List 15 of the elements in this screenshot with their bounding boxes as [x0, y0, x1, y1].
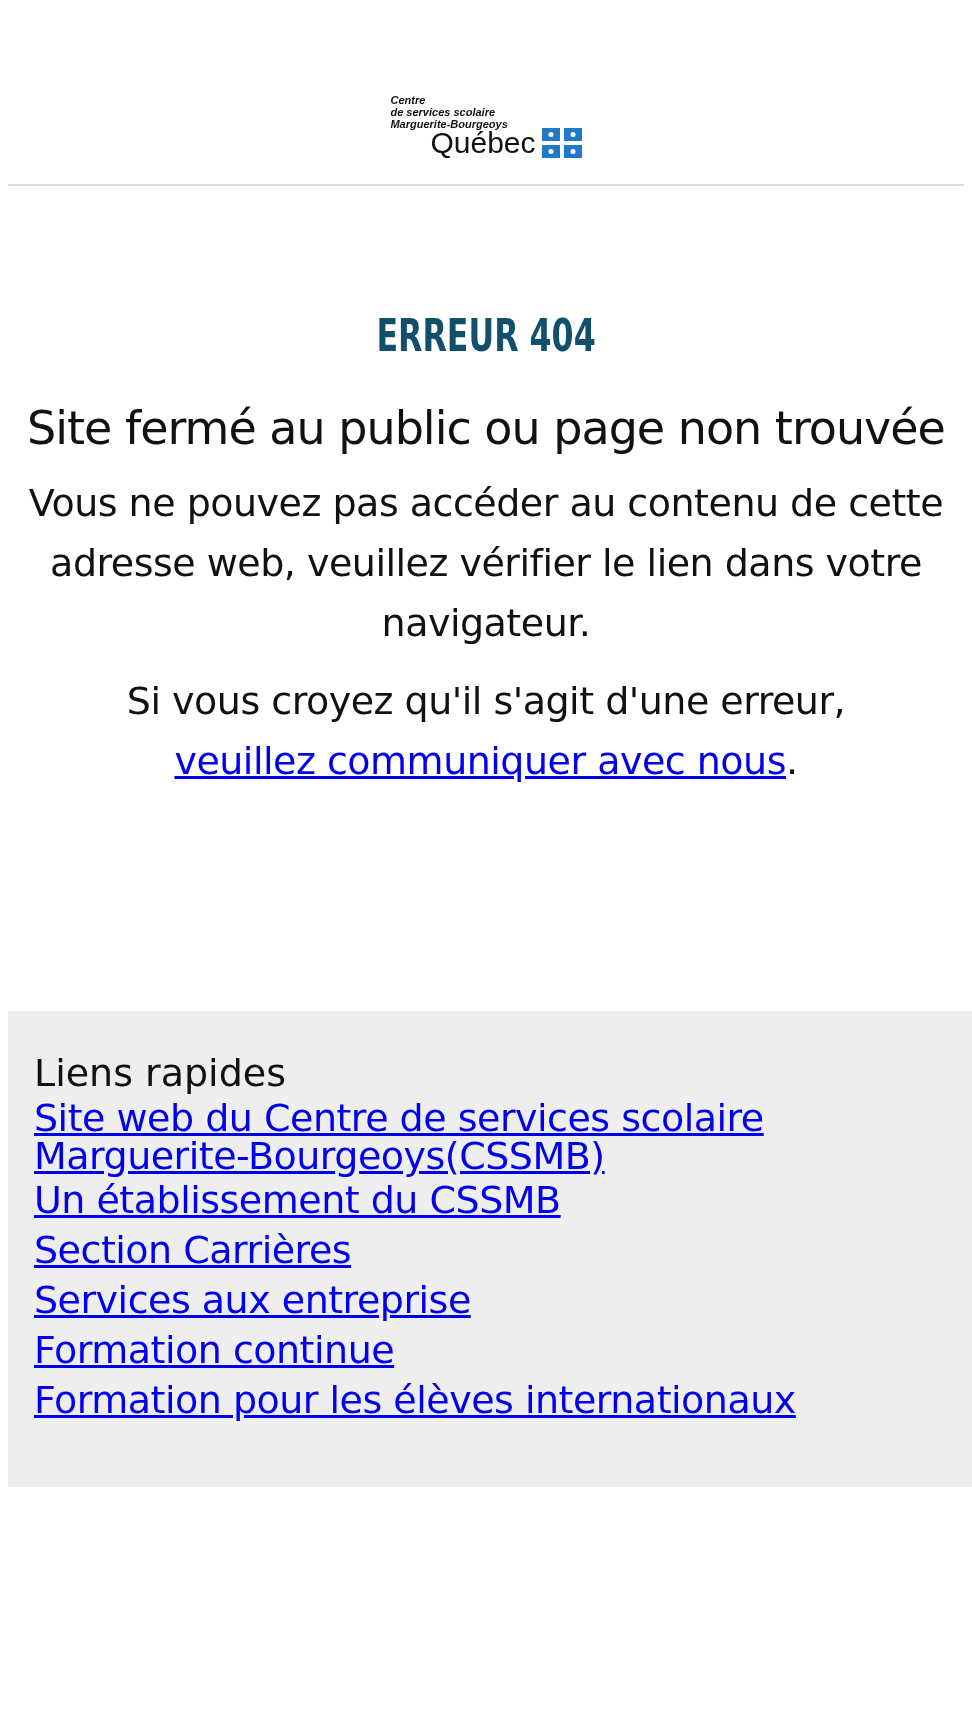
quick-link[interactable]: Formation pour les élèves internationaux — [34, 1375, 796, 1425]
quick-link[interactable]: Section Carrières — [34, 1225, 352, 1275]
contact-message: Si vous croyez qu'il s'agit d'une erreur, veuillez communiquer avec nous. — [125, 678, 847, 785]
error-message: Vous ne pouvez pas accéder au contenu de cette adresse web, veuillez vérifier le lien dans votre navigateur. — [27, 480, 945, 647]
logo-text: de services scolaire — [390, 106, 496, 118]
logo-text: Centre — [390, 94, 426, 106]
flag-icon — [541, 128, 582, 158]
quick-link[interactable]: Services aux entreprise — [34, 1275, 471, 1325]
quick-link[interactable]: Site web du Centre de services scolaire Marguerite-Bourgeoys(CSSMB) — [34, 1099, 834, 1175]
quick-links-title: Liens rapides — [34, 1051, 286, 1095]
logo-text: Marguerite-Bourgeoys — [390, 118, 508, 130]
error-title: ERREUR 404 — [376, 311, 596, 361]
contact-link[interactable]: veuillez communiquer avec nous — [174, 739, 786, 783]
quick-link[interactable]: Formation continue — [34, 1325, 395, 1375]
page-heading: Site fermé au public ou page non trouvée — [27, 401, 945, 455]
